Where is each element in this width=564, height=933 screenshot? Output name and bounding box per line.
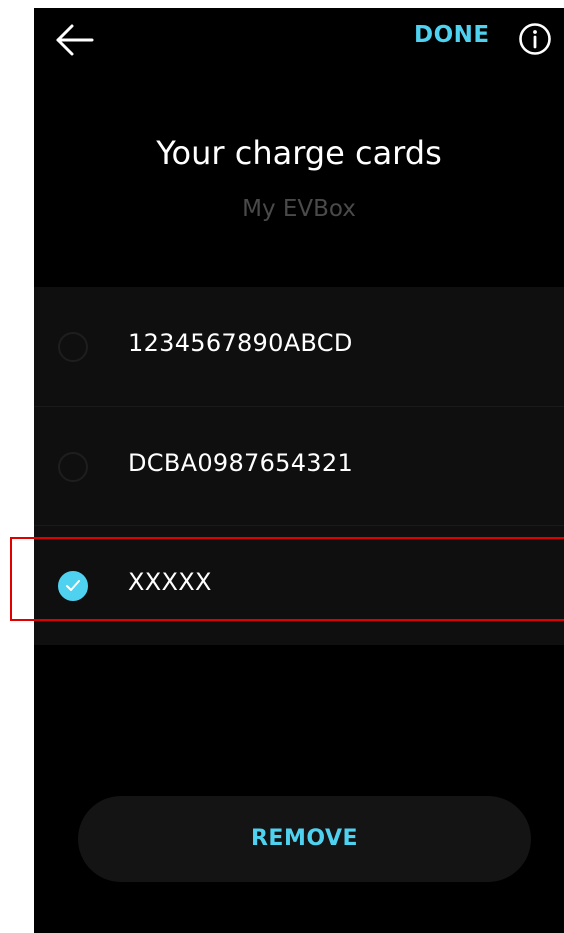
done-button[interactable]: DONE [414, 22, 490, 48]
app-screen: DONE Your charge cards My EVBox 12345678… [34, 8, 564, 933]
charge-card-list: 1234567890ABCD DCBA0987654321 XXXXX [34, 287, 564, 645]
arrow-left-icon [56, 24, 94, 56]
charge-card-label: DCBA0987654321 [128, 449, 354, 477]
page-title: Your charge cards [156, 134, 442, 172]
charge-card-label: 1234567890ABCD [128, 329, 353, 357]
charge-card-row[interactable]: DCBA0987654321 [34, 406, 564, 525]
checkmark-circle-icon[interactable] [58, 571, 88, 601]
info-button[interactable] [518, 22, 552, 56]
top-bar: DONE [34, 8, 564, 72]
charge-card-label: XXXXX [128, 568, 212, 596]
charge-card-row-selected[interactable]: XXXXX [34, 525, 564, 644]
info-circle-icon [519, 23, 551, 55]
back-button[interactable] [52, 20, 98, 60]
radio-unchecked-icon[interactable] [58, 452, 88, 482]
page-subtitle: My EVBox [242, 196, 356, 222]
remove-button[interactable]: REMOVE [78, 796, 531, 882]
charge-card-row[interactable]: 1234567890ABCD [34, 287, 564, 405]
radio-unchecked-icon[interactable] [58, 332, 88, 362]
